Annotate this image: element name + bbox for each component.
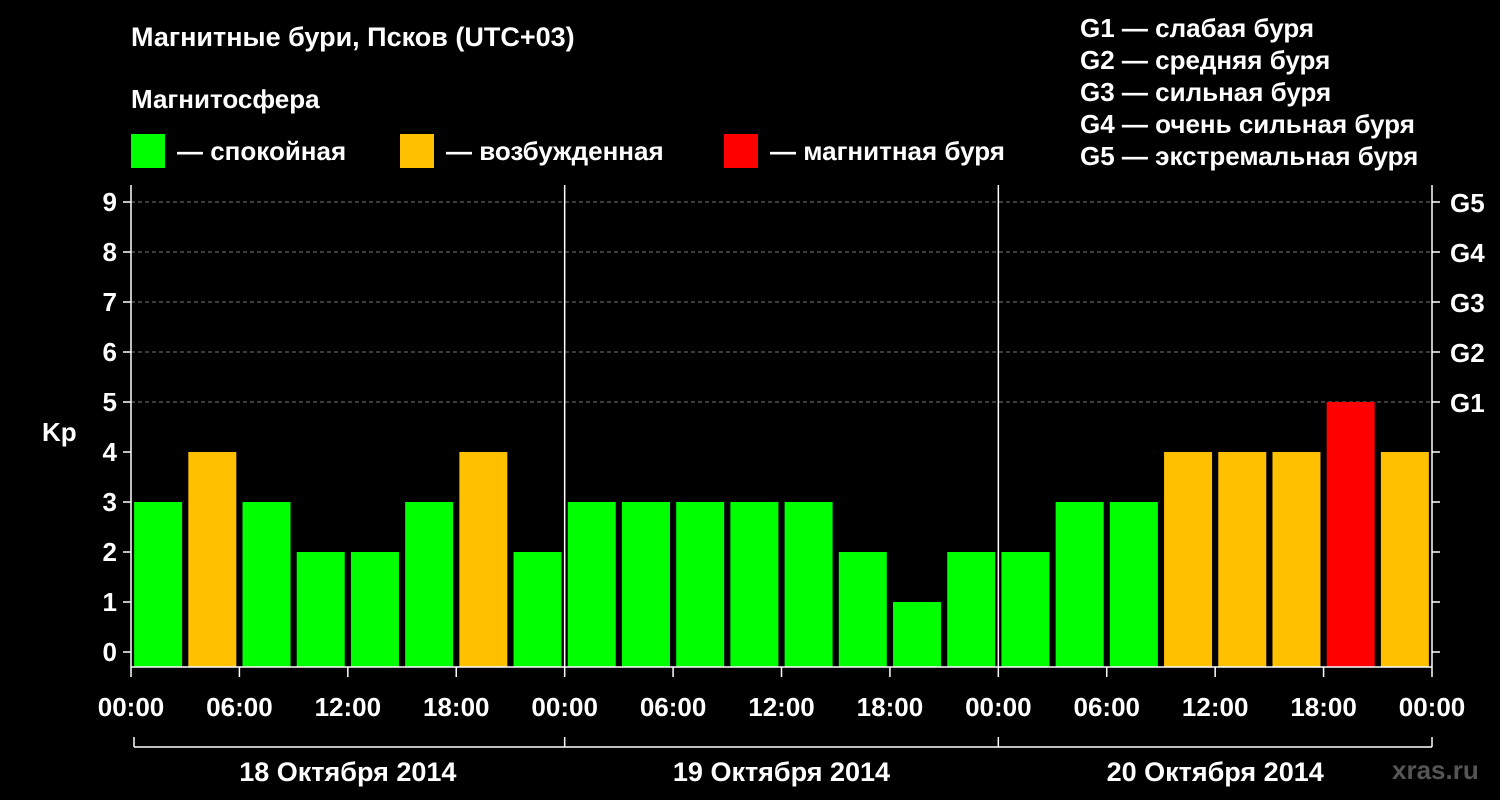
y-axis-label: Kp (42, 417, 77, 447)
kp-bar (1272, 452, 1321, 667)
y-tick-label: 6 (103, 337, 117, 367)
x-tick-label: 18:00 (1290, 692, 1357, 722)
kp-bar (730, 502, 779, 667)
g-axis-label: G3 (1450, 288, 1485, 318)
kp-bar (947, 552, 996, 667)
chart-bars (134, 402, 1429, 667)
kp-bar (1109, 502, 1158, 667)
kp-bar (784, 502, 833, 667)
kp-bar (1164, 452, 1213, 667)
day-label: 18 Октября 2014 (239, 757, 456, 787)
chart-labels: 0 1 2 3 4 5 6 7 8 9 Kp G1 G2 G3 G4 G5 00:00 06:00 12:00 18:… (42, 187, 1485, 787)
kp-bar (188, 452, 237, 667)
kp-bar (513, 552, 562, 667)
kp-bar (1326, 402, 1375, 667)
y-tick-label: 0 (103, 637, 117, 667)
x-tick-label: 00:00 (98, 692, 165, 722)
day-label: 19 Октября 2014 (673, 757, 890, 787)
x-tick-label: 12:00 (315, 692, 382, 722)
kp-bar (459, 452, 508, 667)
g-axis-label: G4 (1450, 238, 1485, 268)
kp-bar (838, 552, 887, 667)
kp-bar (134, 502, 183, 667)
kp-bar (296, 552, 345, 667)
kp-bar (567, 502, 616, 667)
y-tick-label: 8 (103, 237, 117, 267)
x-tick-label: 06:00 (206, 692, 273, 722)
kp-bar (676, 502, 725, 667)
kp-bar (1380, 452, 1429, 667)
x-tick-label: 00:00 (531, 692, 598, 722)
chart-grid (131, 201, 1432, 403)
x-tick-label: 18:00 (423, 692, 490, 722)
kp-bar (350, 552, 399, 667)
y-tick-label: 7 (103, 287, 117, 317)
kp-bar (893, 602, 942, 667)
x-tick-label: 18:00 (857, 692, 924, 722)
kp-bar (1218, 452, 1267, 667)
kp-bar (621, 502, 670, 667)
x-tick-label: 00:00 (1399, 692, 1466, 722)
g-axis-label: G1 (1450, 388, 1485, 418)
x-tick-label: 00:00 (965, 692, 1032, 722)
kp-bar (405, 502, 454, 667)
x-tick-label: 12:00 (1182, 692, 1249, 722)
day-label: 20 Октября 2014 (1107, 757, 1324, 787)
y-tick-label: 4 (103, 437, 118, 467)
kp-bar (1055, 502, 1104, 667)
y-tick-label: 2 (103, 537, 117, 567)
x-tick-label: 06:00 (1074, 692, 1141, 722)
y-tick-label: 5 (103, 387, 117, 417)
y-tick-label: 9 (103, 187, 117, 217)
x-tick-label: 12:00 (748, 692, 815, 722)
g-axis-label: G2 (1450, 338, 1485, 368)
kp-bar-chart: 0 1 2 3 4 5 6 7 8 9 Kp G1 G2 G3 G4 G5 00:00 06:00 12:00 18:… (42, 185, 1485, 787)
kp-bar (242, 502, 291, 667)
watermark: xras.ru (1392, 755, 1479, 785)
y-tick-label: 3 (103, 487, 117, 517)
y-tick-label: 1 (103, 587, 117, 617)
kp-bar (1001, 552, 1050, 667)
g-axis-label: G5 (1450, 188, 1485, 218)
x-tick-label: 06:00 (640, 692, 707, 722)
